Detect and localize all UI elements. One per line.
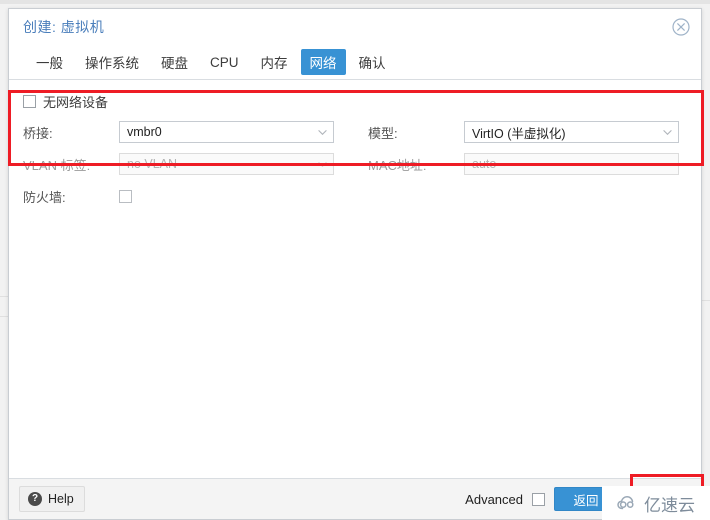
bridge-label: 桥接: [23,125,53,141]
vlan-tag-select[interactable]: no VLAN [119,153,334,175]
vlan-mac-row: VLAN 标签: no VLAN MAC地址: auto [23,149,687,179]
model-field-group: 模型: VirtIO (半虚拟化) [368,121,701,143]
tab-memory[interactable]: 内存 [252,49,297,75]
tab-os[interactable]: 操作系统 [76,49,148,75]
advanced-label: Advanced [465,491,523,507]
create-vm-dialog: 创建: 虚拟机 一般 操作系统 硬盘 CPU 内存 网络 确认 无网络设备 桥接… [8,8,702,520]
model-value: VirtIO (半虚拟化) [472,126,566,141]
firewall-checkbox[interactable] [119,189,132,203]
mac-address-input[interactable]: auto [464,153,679,175]
advanced-checkbox[interactable] [532,492,545,506]
no-network-device-label: 无网络设备 [43,94,109,110]
model-select[interactable]: VirtIO (半虚拟化) [464,121,679,143]
firewall-label: 防火墙: [23,189,66,205]
back-button[interactable]: 返回 [554,487,618,511]
tab-confirm[interactable]: 确认 [350,49,395,75]
chevron-down-icon [663,130,672,135]
network-form: 无网络设备 桥接: vmbr0 模型: VirtIO (半虚拟化) VLAN 标… [9,80,701,213]
footer-actions: Advanced 返回 [465,487,691,511]
firewall-field-group: 防火墙: [23,187,368,206]
dialog-header: 创建: 虚拟机 [9,9,701,45]
background-line [702,300,710,301]
tab-network[interactable]: 网络 [300,49,346,75]
mac-address-placeholder: auto [472,157,497,171]
dialog-footer: ? Help Advanced 返回 [9,479,701,519]
dialog-tab-bar: 一般 操作系统 硬盘 CPU 内存 网络 确认 [9,45,701,79]
network-settings-panel: 无网络设备 桥接: vmbr0 模型: VirtIO (半虚拟化) VLAN 标… [9,79,701,479]
tab-cpu[interactable]: CPU [201,52,248,73]
model-label: 模型: [368,125,398,141]
no-network-device-row: 无网络设备 [23,90,687,112]
vlan-tag-label: VLAN 标签: [23,157,91,173]
help-button-label: Help [48,492,74,506]
close-circle-icon[interactable] [671,17,691,37]
bridge-model-row: 桥接: vmbr0 模型: VirtIO (半虚拟化) [23,117,687,147]
chevron-down-icon [318,162,327,167]
vlan-field-group: VLAN 标签: no VLAN [23,153,368,175]
vlan-tag-placeholder: no VLAN [127,157,178,171]
tab-disk[interactable]: 硬盘 [152,49,197,75]
background-top-strip [0,0,710,4]
mac-address-label: MAC地址: [368,157,427,173]
help-button[interactable]: ? Help [19,486,85,512]
chevron-down-icon [318,130,327,135]
background-line [0,316,8,317]
bridge-field-group: 桥接: vmbr0 [23,121,368,143]
firewall-row: 防火墙: [23,181,687,211]
bridge-select[interactable]: vmbr0 [119,121,334,143]
next-button[interactable] [627,487,691,511]
page-title: 创建: 虚拟机 [23,19,105,35]
mac-field-group: MAC地址: auto [368,153,701,175]
background-line [0,296,8,297]
bridge-value: vmbr0 [127,125,162,139]
tab-general[interactable]: 一般 [27,49,72,75]
no-network-device-checkbox[interactable] [23,94,36,108]
question-mark-icon: ? [28,492,42,506]
